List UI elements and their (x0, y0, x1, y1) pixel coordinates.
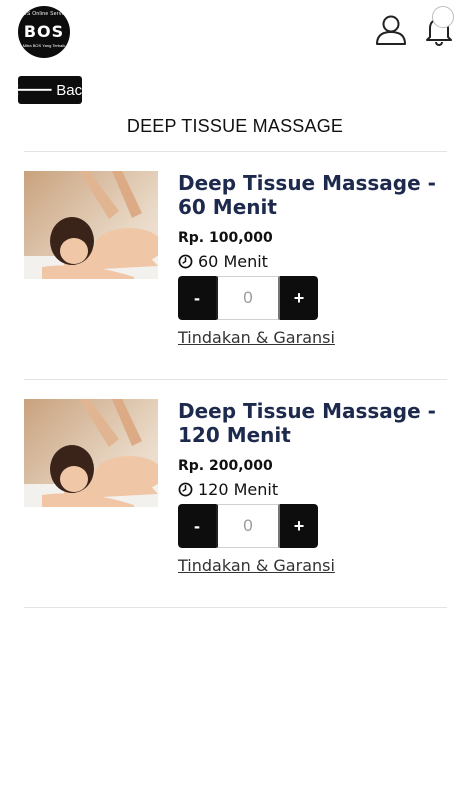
duration-text: 120 Menit (198, 480, 279, 499)
profile-icon[interactable] (374, 14, 408, 46)
decrease-button[interactable]: - (178, 504, 216, 548)
quantity-input[interactable] (216, 276, 280, 320)
product-card: Deep Tissue Massage - 60 Menit Rp. 100,0… (0, 151, 470, 351)
massage-photo (24, 399, 158, 533)
terms-guarantee-link[interactable]: Tindakan & Garansi (178, 556, 335, 575)
notification-badge[interactable] (432, 6, 454, 28)
arrow-left-icon: 🡐 (10, 80, 54, 99)
terms-guarantee-link[interactable]: Tindakan & Garansi (178, 328, 335, 347)
quantity-input[interactable] (216, 504, 280, 548)
clock-icon (178, 254, 193, 269)
product-duration: 60 Menit (178, 252, 268, 271)
back-button-label: Back (56, 81, 90, 99)
massage-photo (24, 171, 158, 305)
logo-mark: BOS (18, 22, 70, 41)
increase-button[interactable]: + (280, 504, 318, 548)
product-name: Deep Tissue Massage - 60 Menit (178, 171, 436, 219)
product-price: Rp. 100,000 (178, 230, 273, 246)
bos-logo[interactable]: BOS Online Service BOS Mitra BOS Yang Te… (18, 6, 70, 58)
quantity-stepper: - + (178, 276, 324, 320)
divider (24, 607, 447, 608)
quantity-stepper: - + (178, 504, 324, 548)
decrease-button[interactable]: - (178, 276, 216, 320)
duration-text: 60 Menit (198, 252, 268, 271)
page-title: DEEP TISSUE MASSAGE (126, 116, 344, 136)
clock-icon (178, 482, 193, 497)
increase-button[interactable]: + (280, 276, 318, 320)
product-name: Deep Tissue Massage - 120 Menit (178, 399, 436, 447)
logo-mark-text: BOS (23, 22, 65, 41)
product-duration: 120 Menit (178, 480, 278, 499)
app-header: BOS Online Service BOS Mitra BOS Yang Te… (0, 0, 470, 68)
product-price: Rp. 200,000 (178, 458, 273, 474)
product-card: Deep Tissue Massage - 120 Menit Rp. 200,… (0, 379, 470, 579)
logo-bottom-text: Mitra BOS Yang Terbaik (22, 43, 66, 48)
logo-top-text: BOS Online Service (19, 11, 69, 17)
back-button[interactable]: 🡐 Back (10, 76, 90, 104)
